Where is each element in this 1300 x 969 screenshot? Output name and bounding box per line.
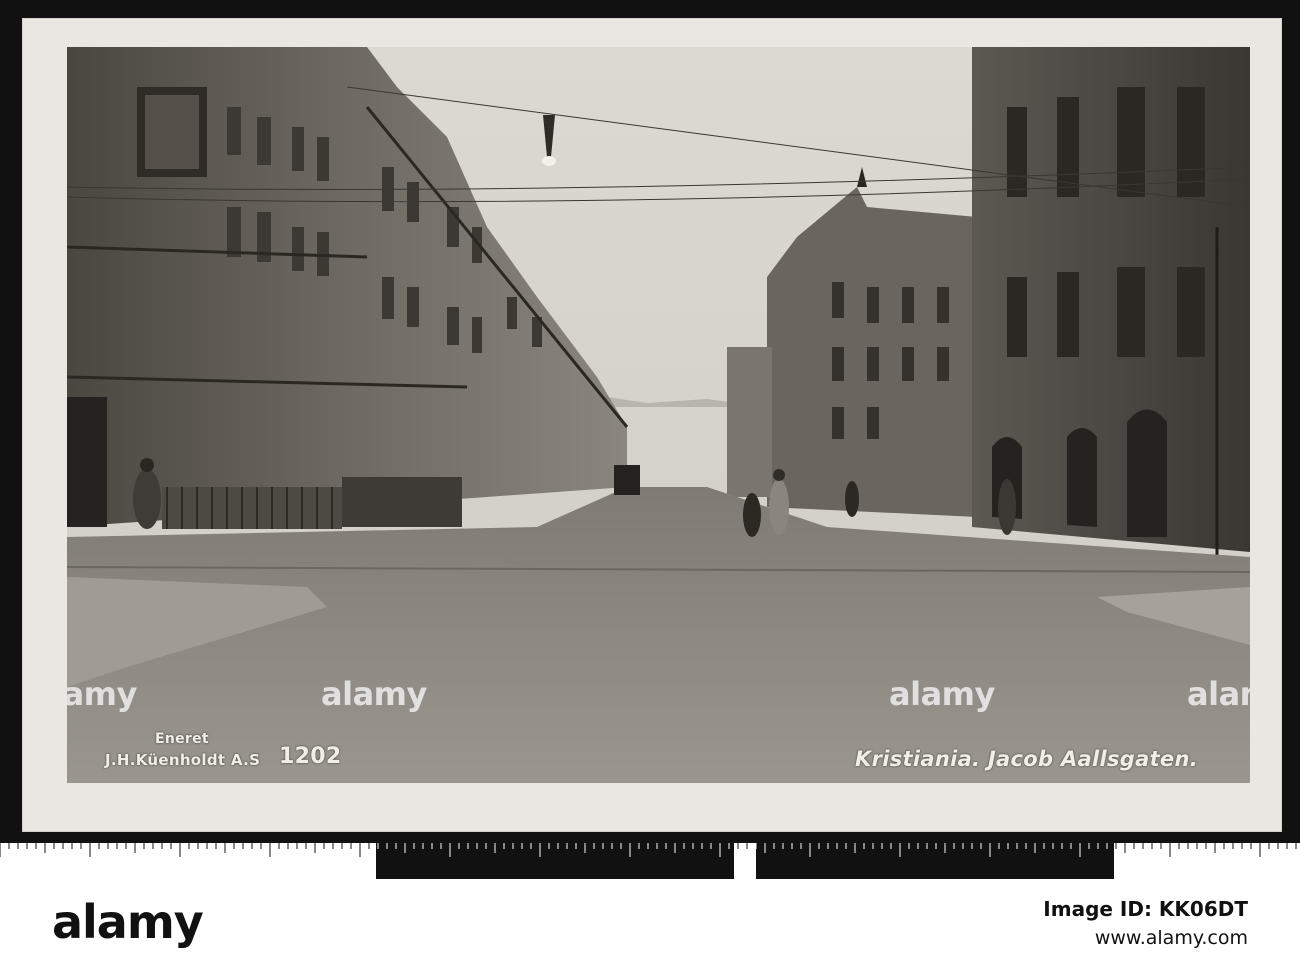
street-scene <box>67 47 1250 783</box>
pedestrian-right <box>998 479 1016 535</box>
motor-car <box>614 465 640 495</box>
image-id: Image ID: KK06DT <box>1043 897 1248 921</box>
pedestrian-woman-left-head <box>140 458 154 472</box>
ruler-ticks <box>0 843 1297 857</box>
site-url[interactable]: www.alamy.com <box>1095 927 1248 949</box>
stock-footer: alamy Image ID: KK06DT www.alamy.com <box>0 879 1300 969</box>
publisher-rights-label: Eneret <box>155 731 209 747</box>
card-backdrop: Eneret J.H.Küenholdt A.S 1202 Kristiania… <box>0 0 1300 843</box>
alamy-logo[interactable]: alamy <box>52 895 204 949</box>
left-bay-window-glass <box>145 95 199 169</box>
watermark-left: alamy <box>67 675 137 713</box>
watermark-center-right: alamy <box>889 675 995 713</box>
publisher-name: J.H.Küenholdt A.S <box>105 751 261 769</box>
picket-fence <box>162 487 342 529</box>
street-photograph: Eneret J.H.Küenholdt A.S 1202 Kristiania… <box>67 47 1250 783</box>
pedestrian-woman-center <box>769 479 789 535</box>
scale-ruler <box>0 843 1300 879</box>
watermark-right: alamy <box>1187 675 1250 713</box>
pedestrian-woman-left <box>133 469 161 529</box>
street-lamp-globe <box>542 156 556 166</box>
pedestrian-child <box>743 493 761 537</box>
pedestrian-woman-center-head <box>773 469 785 481</box>
distant-building-right <box>727 347 772 497</box>
alamy-stock-preview: Eneret J.H.Küenholdt A.S 1202 Kristiania… <box>0 0 1300 969</box>
watermark-center-left: alamy <box>321 675 427 713</box>
card-number: 1202 <box>279 744 342 769</box>
pedestrian-distant <box>845 481 859 517</box>
postcard-title: Kristiania. Jacob Aallsgaten. <box>855 747 1198 771</box>
left-doorway <box>67 397 107 527</box>
garden-wall <box>342 477 462 527</box>
